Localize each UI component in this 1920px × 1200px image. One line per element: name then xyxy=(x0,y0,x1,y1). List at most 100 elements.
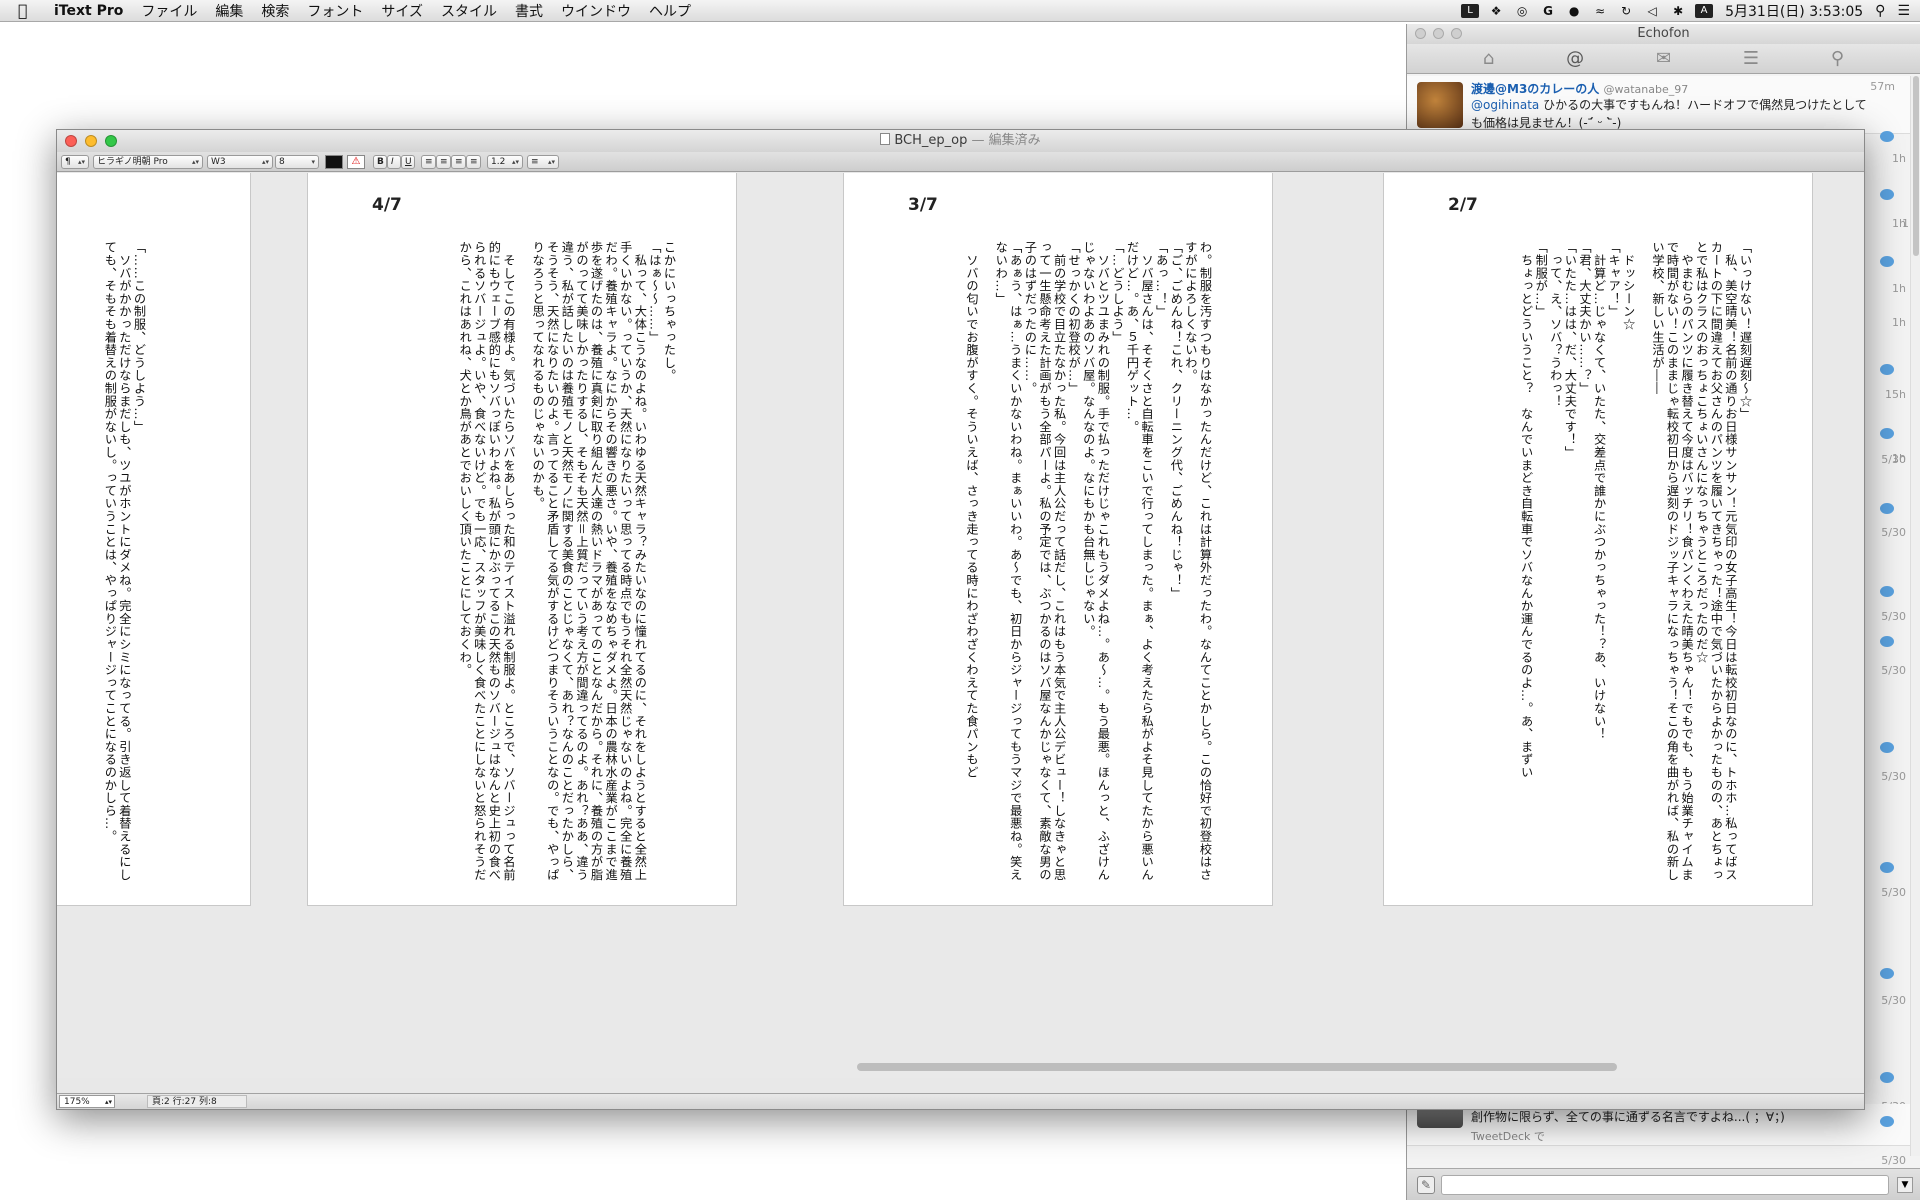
list-bullets-icon: ≡ xyxy=(531,157,539,167)
page-body-text[interactable]: 「……この制服、どうしよう…」 ソバがかかっただけならまだしも、ツユがホントにダ… xyxy=(57,241,146,891)
reply-bubble-icon[interactable] xyxy=(1880,586,1894,597)
paragraph-style-popup[interactable]: ¶ ▴▾ xyxy=(61,155,89,169)
record-icon[interactable]: ● xyxy=(1565,4,1583,18)
timemachine-icon[interactable]: ↻ xyxy=(1617,4,1635,18)
bold-button[interactable]: B xyxy=(373,155,387,169)
tweet-author[interactable]: 渡邊@M3のカレーの人 @watanabe_97 xyxy=(1471,80,1688,97)
document-canvas[interactable]: 2/7 「いっけない！遅刻遅刻〜☆」 私、美空晴美！名前の通りお日様サンサン！元… xyxy=(57,173,1864,1078)
document-page[interactable]: 3/7 わ。制服を汚すつもりはなかったんだけど、これは計算外だったわ。なんてこと… xyxy=(843,173,1273,906)
reply-bubble-icon[interactable] xyxy=(1880,131,1894,142)
stepper-arrows-icon[interactable]: ▴▾ xyxy=(105,1096,112,1108)
menu-style[interactable]: スタイル xyxy=(441,1,497,21)
menu-size[interactable]: サイズ xyxy=(381,1,423,21)
align-right-icon[interactable]: ≡ xyxy=(451,155,466,169)
page-body-text[interactable]: こかにいっちゃったし。 「はぁ〜〜……」 私って、大体こうなのよね。いわゆる天然… xyxy=(316,241,676,891)
menu-file[interactable]: ファイル xyxy=(141,1,197,21)
menu-window[interactable]: ウインドウ xyxy=(561,1,631,21)
reply-bubble-icon[interactable] xyxy=(1880,428,1894,439)
input-a-icon[interactable]: A xyxy=(1695,4,1714,18)
align-left-icon[interactable]: ≡ xyxy=(421,155,436,169)
apple-menu-icon[interactable]:  xyxy=(18,1,40,20)
align-justify-icon[interactable]: ≡ xyxy=(466,155,481,169)
list-icon[interactable]: ☰ xyxy=(1743,48,1759,69)
bluetooth-icon[interactable]: ✱ xyxy=(1669,4,1687,18)
wifi-icon[interactable]: ≈ xyxy=(1591,4,1609,18)
highlight-color-well[interactable]: ⚠ xyxy=(347,155,365,169)
document-title: BCH_ep_op xyxy=(894,133,968,148)
text-color-well[interactable] xyxy=(325,155,343,169)
popup-arrows-icon: ▴▾ xyxy=(547,158,555,166)
menu-edit[interactable]: 編集 xyxy=(215,1,243,21)
reply-bubble-icon[interactable] xyxy=(1880,189,1894,200)
line-spacing-popup[interactable]: 1.2 ▴▾ xyxy=(487,155,523,169)
tweet-time-side: 15h xyxy=(1885,388,1906,401)
menu-format[interactable]: 書式 xyxy=(515,1,543,21)
line-icon[interactable]: L xyxy=(1461,4,1480,18)
echofon-minimize-button[interactable] xyxy=(1433,28,1444,39)
minimize-button[interactable] xyxy=(85,135,97,147)
tweet-item[interactable]: 創作物に限らず、全ての事に通ずる名言ですよね...( ；∀；) TweetDec… xyxy=(1407,1104,1920,1146)
reply-bubble-icon[interactable] xyxy=(1880,256,1894,267)
spotlight-icon[interactable]: ⚲ xyxy=(1875,3,1885,19)
page-body-text[interactable]: 「いっけない！遅刻遅刻〜☆」 私、美空晴美！名前の通りお日様サンサン！元気印の女… xyxy=(1422,241,1752,891)
document-page[interactable]: 2/7 「いっけない！遅刻遅刻〜☆」 私、美空晴美！名前の通りお日様サンサン！元… xyxy=(1383,173,1813,906)
echofon-scroll-thumb[interactable] xyxy=(1913,76,1919,256)
echofon-scrollbar[interactable] xyxy=(1910,76,1920,1156)
underline-button[interactable]: U xyxy=(401,155,415,169)
compose-pen-icon[interactable]: ✎ xyxy=(1417,1176,1435,1194)
page-body-text[interactable]: わ。制服を汚すつもりはなかったんだけど、これは計算外だったわ。なんてことかしら。… xyxy=(852,241,1213,891)
tweet-time-side: 1h xyxy=(1892,152,1906,165)
font-size-combo[interactable]: 8 ▾ xyxy=(275,155,319,169)
reply-bubble-icon[interactable] xyxy=(1880,742,1894,753)
font-family-popup[interactable]: ヒラギノ明朝 Pro ▴▾ xyxy=(93,155,203,169)
tweet-item[interactable]: 渡邊@M3のカレーの人 @watanabe_97 57m @ogihinata … xyxy=(1407,76,1920,134)
volume-icon[interactable]: ◁ xyxy=(1643,4,1661,18)
reply-bubble-icon[interactable] xyxy=(1880,503,1894,514)
font-family-value: ヒラギノ明朝 Pro xyxy=(97,157,168,167)
avatar[interactable] xyxy=(1417,82,1463,128)
reply-bubble-icon[interactable] xyxy=(1880,1072,1894,1083)
mail-icon[interactable]: ✉ xyxy=(1656,48,1671,69)
mention-icon[interactable]: @ xyxy=(1566,48,1584,69)
compose-bar: ✎ ▼ xyxy=(1407,1168,1920,1200)
cursor-position: 頁:2 行:27 列:8 xyxy=(147,1095,247,1108)
echofon-zoom-button[interactable] xyxy=(1451,28,1462,39)
tweet-mention[interactable]: @ogihinata xyxy=(1471,98,1539,112)
account-dropdown-icon[interactable]: ▼ xyxy=(1897,1177,1913,1193)
font-weight-popup[interactable]: W3 ▴▾ xyxy=(207,155,273,169)
reply-bubble-icon[interactable] xyxy=(1880,1116,1894,1127)
notification-list-icon[interactable]: ☰ xyxy=(1897,3,1910,19)
menu-help[interactable]: ヘルプ xyxy=(649,1,691,21)
dropbox-icon[interactable]: ❖ xyxy=(1487,4,1505,18)
echofon-titlebar: Echofon xyxy=(1407,24,1920,44)
popup-arrows-icon: ▴▾ xyxy=(261,158,269,166)
list-style-popup[interactable]: ≡ ▴▾ xyxy=(527,155,559,169)
document-page[interactable]: 4/7 こかにいっちゃったし。 「はぁ〜〜……」 私って、大体こうなのよね。いわ… xyxy=(307,173,737,906)
google-icon[interactable]: G xyxy=(1539,4,1557,18)
status-bar: 175% ▴▾ 頁:2 行:27 列:8 xyxy=(57,1093,1864,1109)
echofon-close-button[interactable] xyxy=(1415,28,1426,39)
menu-search[interactable]: 検索 xyxy=(261,1,289,21)
page-number: 2/7 xyxy=(1448,195,1478,215)
home-icon[interactable]: ⌂ xyxy=(1483,48,1494,69)
align-center-icon[interactable]: ≡ xyxy=(436,155,451,169)
cc-icon[interactable]: ◎ xyxy=(1513,4,1531,18)
reply-bubble-icon[interactable] xyxy=(1880,364,1894,375)
italic-button[interactable]: I xyxy=(387,155,401,169)
line-spacing-value: 1.2 xyxy=(491,157,506,167)
search-icon[interactable]: ⚲ xyxy=(1831,48,1844,69)
itext-titlebar: BCH_ep_op — 編集済み xyxy=(57,130,1864,152)
menu-font[interactable]: フォント xyxy=(307,1,363,21)
reply-bubble-icon[interactable] xyxy=(1880,862,1894,873)
document-icon[interactable] xyxy=(880,133,891,145)
horizontal-scroll-thumb[interactable] xyxy=(857,1063,1617,1071)
zoom-button[interactable] xyxy=(105,135,117,147)
reply-bubble-icon[interactable] xyxy=(1880,636,1894,647)
close-button[interactable] xyxy=(65,135,77,147)
zoom-stepper[interactable]: 175% ▴▾ xyxy=(59,1095,115,1108)
reply-bubble-icon[interactable] xyxy=(1880,968,1894,979)
compose-input[interactable] xyxy=(1441,1175,1889,1195)
menu-app-name[interactable]: iText Pro xyxy=(54,3,123,19)
menu-clock[interactable]: 5月31日(日) 3:53:05 xyxy=(1725,1,1863,21)
document-page[interactable]: 「……この制服、どうしよう…」 ソバがかかっただけならまだしも、ツユがホントにダ… xyxy=(57,173,251,906)
